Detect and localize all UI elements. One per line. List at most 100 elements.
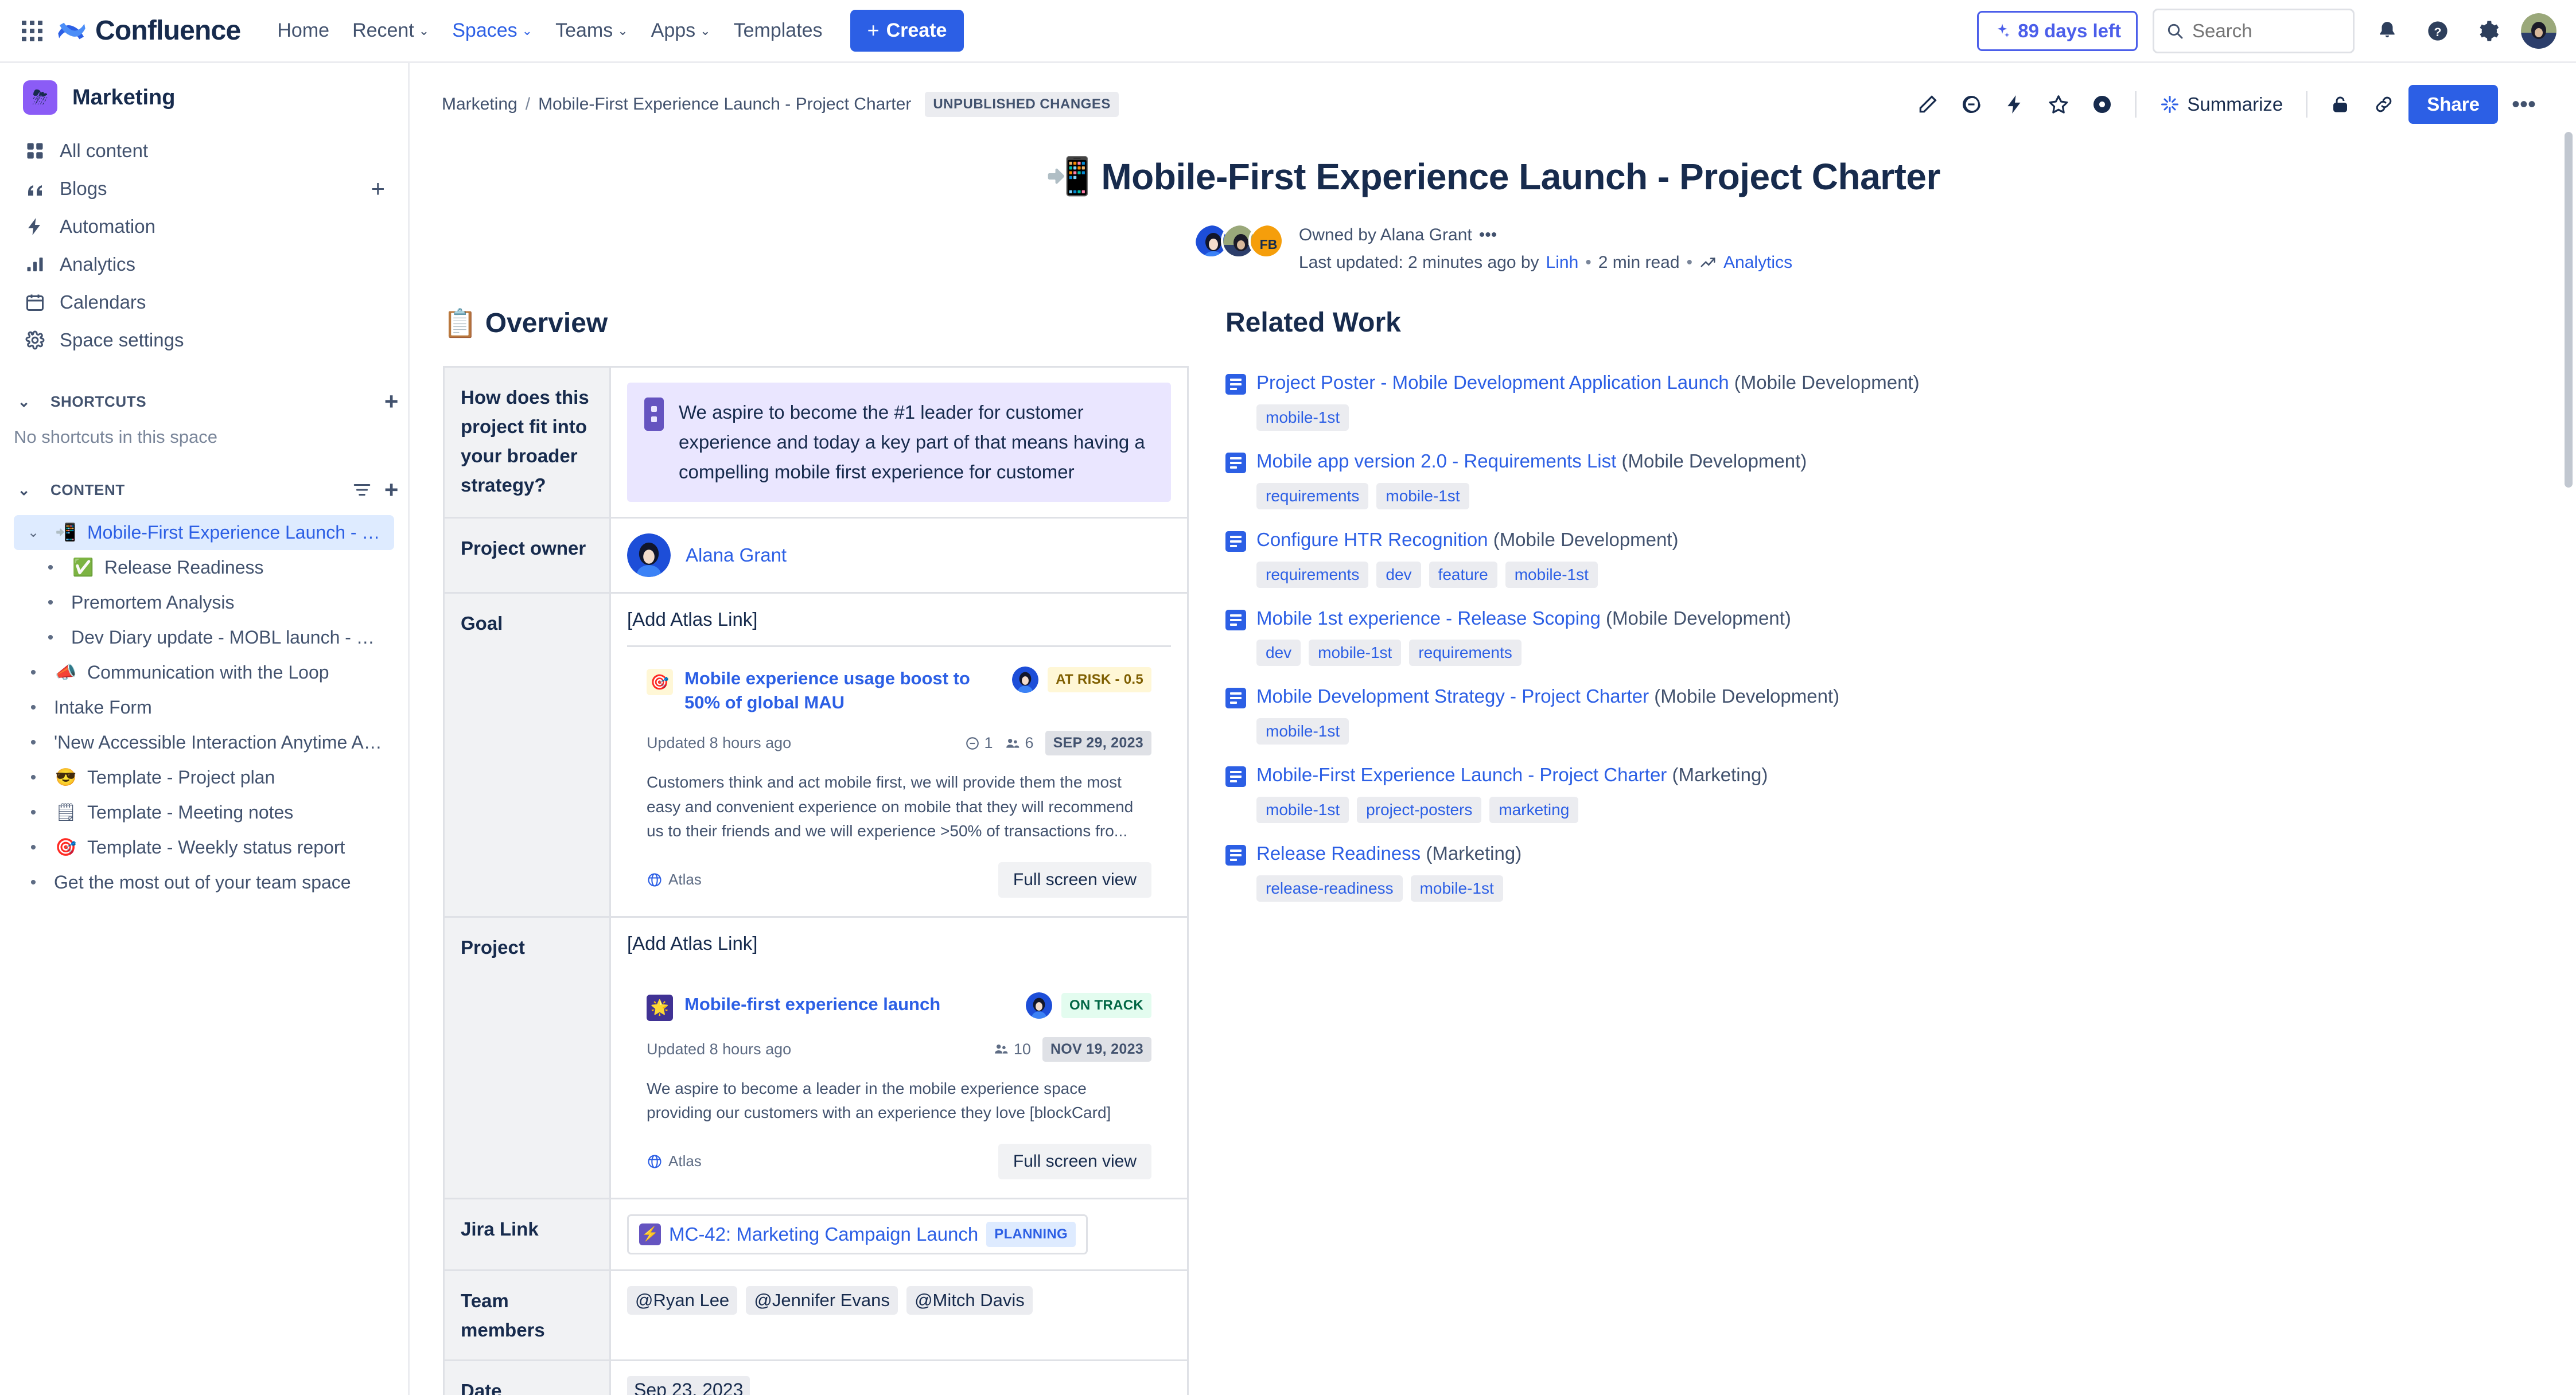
nav-templates[interactable]: Templates <box>723 13 833 49</box>
add-atlas-link-placeholder[interactable]: [Add Atlas Link] <box>627 609 1171 630</box>
atlas-goal-card[interactable]: 🎯 Mobile experience usage boost to 50% o… <box>627 645 1171 901</box>
trial-days-left-button[interactable]: 89 days left <box>1977 10 2138 51</box>
contributor-avatars[interactable]: FB <box>1193 223 1284 259</box>
related-work-title[interactable]: Release Readiness <box>1256 843 1421 864</box>
date-chip[interactable]: Sep 23, 2023 <box>627 1376 750 1395</box>
share-button[interactable]: Share <box>2408 85 2498 124</box>
tag-chip[interactable]: mobile-1st <box>1256 718 1349 745</box>
tree-item-release-readiness[interactable]: • ✅ Release Readiness <box>14 550 394 585</box>
tree-item-template-meeting-notes[interactable]: • 🗒 Template - Meeting notes <box>14 795 394 830</box>
more-actions-icon[interactable]: ••• <box>2504 93 2544 116</box>
content-collapse-icon[interactable]: ⌄ <box>9 475 39 505</box>
tree-item-intake-form[interactable]: • Intake Form <box>14 690 394 725</box>
related-work-title[interactable]: Mobile app version 2.0 - Requirements Li… <box>1256 450 1616 472</box>
restrictions-lock-icon[interactable] <box>2321 85 2359 123</box>
nav-recent[interactable]: Recent ⌄ <box>342 13 439 49</box>
sidebar-item-space-settings[interactable]: Space settings <box>14 321 394 359</box>
nav-teams[interactable]: Teams ⌄ <box>545 13 639 49</box>
tree-item-new-accessible-app[interactable]: • 'New Accessible Interaction Anytime Ap… <box>14 725 394 760</box>
tree-item-communication-with-the-loop[interactable]: • 📣 Communication with the Loop <box>14 655 394 690</box>
full-screen-view-button[interactable]: Full screen view <box>998 1143 1151 1179</box>
star-icon[interactable] <box>2040 85 2077 123</box>
tag-chip[interactable]: mobile-1st <box>1505 561 1598 588</box>
tag-chip[interactable]: mobile-1st <box>1309 640 1402 667</box>
breadcrumb-space[interactable]: Marketing <box>442 95 517 114</box>
sidebar-item-automation[interactable]: Automation <box>14 208 394 246</box>
project-owner-chip[interactable]: Alana Grant <box>627 533 1171 578</box>
tree-item-get-the-most-out[interactable]: • Get the most out of your team space <box>14 865 394 900</box>
confluence-logo[interactable]: Confluence <box>56 15 241 46</box>
tag-chip[interactable]: mobile-1st <box>1256 404 1349 431</box>
tree-item-template-weekly-status[interactable]: • 🎯 Template - Weekly status report <box>14 830 394 865</box>
related-work-title[interactable]: Mobile Development Strategy - Project Ch… <box>1256 685 1649 707</box>
space-nav-list: All content Blogs + Automation Analytics… <box>0 128 408 359</box>
project-owner-name[interactable]: Alana Grant <box>686 544 787 566</box>
mention-chip[interactable]: @Mitch Davis <box>906 1285 1033 1315</box>
atlas-project-card[interactable]: 🌟 Mobile-first experience launch ON TRAC… <box>627 969 1171 1183</box>
mention-chip[interactable]: @Ryan Lee <box>627 1285 738 1315</box>
tree-item-template-project-plan[interactable]: • 😎 Template - Project plan <box>14 760 394 795</box>
breadcrumb-page[interactable]: Mobile-First Experience Launch - Project… <box>538 95 911 114</box>
content-actions: + <box>352 478 399 502</box>
add-page-icon[interactable]: + <box>384 478 399 502</box>
mention-chip[interactable]: @Jennifer Evans <box>746 1285 898 1315</box>
tree-item-premortem-analysis[interactable]: • Premortem Analysis <box>14 585 394 620</box>
sidebar-item-analytics[interactable]: Analytics <box>14 246 394 283</box>
related-work-title[interactable]: Configure HTR Recognition <box>1256 529 1488 550</box>
sidebar-item-all-content[interactable]: All content <box>14 132 394 170</box>
help-icon[interactable]: ? <box>2420 13 2456 49</box>
tag-chip[interactable]: mobile-1st <box>1256 797 1349 824</box>
add-atlas-link-placeholder[interactable]: [Add Atlas Link] <box>627 933 1171 954</box>
comment-icon[interactable] <box>1952 85 1990 123</box>
tag-chip[interactable]: dev <box>1376 561 1421 588</box>
related-work-title[interactable]: Mobile 1st experience - Release Scoping <box>1256 607 1601 629</box>
profile-avatar[interactable] <box>2521 13 2556 49</box>
tag-chip[interactable]: requirements <box>1256 482 1369 509</box>
nav-home[interactable]: Home <box>267 13 340 49</box>
tag-chip[interactable]: project-posters <box>1357 797 1482 824</box>
sidebar-item-blogs[interactable]: Blogs + <box>14 170 394 208</box>
tag-chip[interactable]: requirements <box>1409 640 1522 667</box>
jira-issue-key[interactable]: MC-42: Marketing Campaign Launch <box>669 1223 978 1245</box>
create-button[interactable]: + Create <box>850 10 964 52</box>
nav-spaces[interactable]: Spaces ⌄ <box>442 13 543 49</box>
jira-link-chip[interactable]: ⚡ MC-42: Marketing Campaign Launch PLANN… <box>627 1214 1088 1254</box>
tag-chip[interactable]: mobile-1st <box>1376 482 1469 509</box>
sidebar-item-calendars[interactable]: Calendars <box>14 283 394 321</box>
nav-apps[interactable]: Apps ⌄ <box>641 13 721 49</box>
search-input[interactable] <box>2192 20 2341 42</box>
tag-chip[interactable]: feature <box>1429 561 1497 588</box>
filter-icon[interactable] <box>352 480 372 500</box>
atlas-goal-title[interactable]: Mobile experience usage boost to 50% of … <box>684 667 991 715</box>
shortcuts-collapse-icon[interactable]: ⌄ <box>9 387 39 416</box>
related-work-title[interactable]: Project Poster - Mobile Development Appl… <box>1256 372 1729 393</box>
chevron-down-icon[interactable]: ⌄ <box>22 524 45 541</box>
edit-pencil-icon[interactable] <box>1909 85 1947 123</box>
search-box[interactable] <box>2153 8 2355 53</box>
tag-chip[interactable]: dev <box>1256 640 1301 667</box>
card-emoji: 🎯 <box>650 673 670 691</box>
tag-chip[interactable]: mobile-1st <box>1410 875 1503 902</box>
related-work-title[interactable]: Mobile-First Experience Launch - Project… <box>1256 764 1667 785</box>
page-scrollbar[interactable] <box>2565 132 2573 488</box>
last-updated-user[interactable]: Linh <box>1546 253 1579 272</box>
owner-more-icon[interactable]: ••• <box>1479 225 1497 245</box>
copy-link-icon[interactable] <box>2365 85 2403 123</box>
add-shortcut-icon[interactable]: + <box>384 389 399 414</box>
space-header[interactable]: ⛈ Marketing <box>0 63 408 128</box>
full-screen-view-button[interactable]: Full screen view <box>998 862 1151 898</box>
tree-item-dev-diary-update[interactable]: • Dev Diary update - MOBL launch - Secur… <box>14 620 394 655</box>
notifications-icon[interactable] <box>2369 13 2405 49</box>
tag-chip[interactable]: requirements <box>1256 561 1369 588</box>
app-switcher-icon[interactable] <box>17 16 47 46</box>
summarize-button[interactable]: Summarize <box>2150 88 2292 121</box>
tree-item-mobile-first-charter[interactable]: ⌄ 📲 Mobile-First Experience Launch - Pro… <box>14 515 394 550</box>
atlas-project-title[interactable]: Mobile-first experience launch <box>684 992 1005 1016</box>
watch-eye-icon[interactable] <box>2083 85 2121 123</box>
add-blog-icon[interactable]: + <box>371 177 385 201</box>
settings-gear-icon[interactable] <box>2470 13 2506 49</box>
tag-chip[interactable]: release-readiness <box>1256 875 1403 902</box>
analytics-link[interactable]: Analytics <box>1723 253 1792 272</box>
tag-chip[interactable]: marketing <box>1489 797 1579 824</box>
lightning-icon[interactable] <box>1996 85 2034 123</box>
